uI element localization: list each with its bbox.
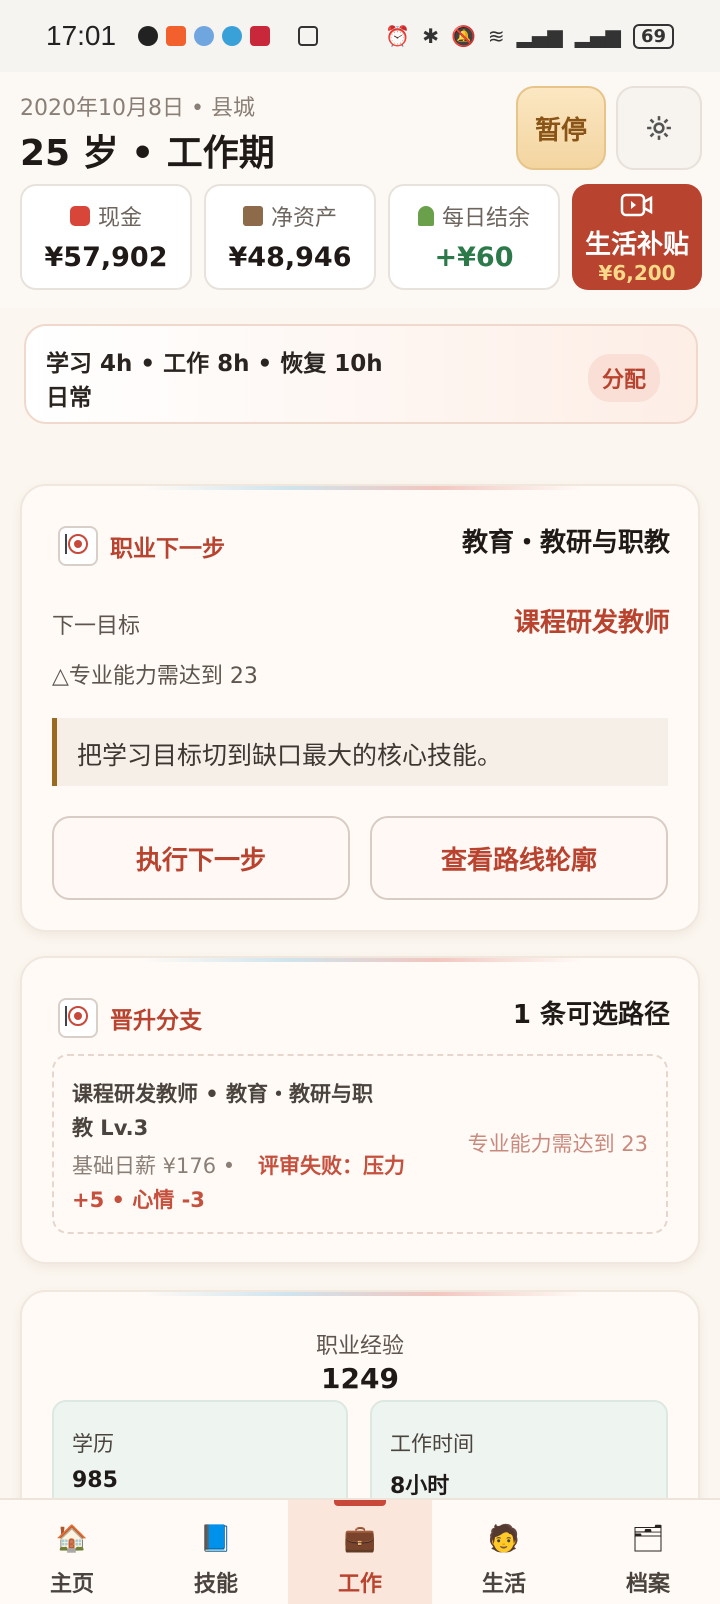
career-field: 教育・教研与职教 <box>461 528 670 558</box>
building-icon <box>242 206 263 226</box>
time-allocation-card[interactable]: 学习 4h • 工作 8h • 恢复 10h 日常 分配 <box>24 324 698 424</box>
bottom-nav: 🏠 主页 📘 技能 💼 工作 🧑 生活 🗂 档案 <box>0 1498 720 1604</box>
person-icon: 🧑 <box>487 1524 521 1554</box>
net-assets-stat: 净资产 ¥48,946 <box>204 184 376 290</box>
experience-label: 职业经验 <box>315 1334 404 1359</box>
nfc-icon <box>298 26 319 46</box>
signal-icon: ▂▄▆ <box>516 24 563 48</box>
work-time-value: 8小时 <box>390 1474 450 1499</box>
review-fail-penalty-2: +5 • 心情 -3 <box>72 1188 205 1212</box>
tip-banner: 把学习目标切到缺口最大的核心技能。 <box>52 718 668 786</box>
base-salary: 基础日薪 ¥176 • <box>72 1154 236 1178</box>
branch-level: 教 Lv.3 <box>72 1116 149 1140</box>
taobao-icon <box>166 26 187 46</box>
book-icon: 📘 <box>199 1524 233 1554</box>
clock: 17:01 <box>46 20 117 51</box>
target-notebook-icon <box>58 998 98 1038</box>
allocation-mode: 日常 <box>46 385 92 411</box>
daily-balance-value: +¥60 <box>434 242 514 273</box>
gear-icon <box>647 116 671 140</box>
allocation-summary: 学习 4h • 工作 8h • 恢复 10h <box>46 351 383 377</box>
net-assets-value: ¥48,946 <box>228 242 352 273</box>
view-route-button[interactable]: 查看路线轮廓 <box>370 816 668 900</box>
career-next-card: 职业下一步 教育・教研与职教 下一目标 课程研发教师 △专业能力需达到 23 把… <box>20 484 700 932</box>
work-time-label: 工作时间 <box>390 1432 474 1456</box>
signal-icon-2: ▂▄▆ <box>574 24 621 48</box>
next-target-label: 下一目标 <box>52 614 141 639</box>
next-target-value: 课程研发教师 <box>513 608 670 638</box>
path-count: 1 条可选路径 <box>512 1000 670 1030</box>
card-title: 职业下一步 <box>110 536 225 562</box>
education-label: 学历 <box>72 1432 114 1456</box>
video-icon <box>620 193 653 217</box>
settings-button[interactable] <box>616 86 702 170</box>
daily-balance-stat: 每日结余 +¥60 <box>388 184 560 290</box>
battery-indicator: 69 <box>632 23 674 49</box>
app-icon <box>194 26 215 46</box>
living-subsidy-button[interactable]: 生活补贴 ¥6,200 <box>572 184 702 290</box>
nav-work[interactable]: 💼 工作 <box>288 1500 432 1604</box>
bank-icon <box>250 26 271 46</box>
branch-option[interactable]: 课程研发教师 • 教育・教研与职 教 Lv.3 基础日薪 ¥176 • 评审失败… <box>52 1054 668 1234</box>
game-date: 2020年10月8日 • 县城 <box>20 96 255 121</box>
house-icon: 🏠 <box>55 1524 89 1554</box>
alarm-icon: ⏰ <box>385 24 411 48</box>
header: 2020年10月8日 • 县城 25 岁 • 工作期 暂停 现金 ¥57,902… <box>0 72 720 308</box>
age-stage: 25 岁 • 工作期 <box>20 133 275 174</box>
experience-value: 1249 <box>321 1362 399 1395</box>
execute-next-button[interactable]: 执行下一步 <box>52 816 350 900</box>
nav-home[interactable]: 🏠 主页 <box>0 1500 144 1604</box>
mute-icon: 🔕 <box>450 24 476 48</box>
archive-icon: 🗂 <box>631 1524 665 1554</box>
card-title: 晋升分支 <box>110 1008 202 1034</box>
nav-skills[interactable]: 📘 技能 <box>144 1500 288 1604</box>
allocate-button[interactable]: 分配 <box>587 354 660 402</box>
qq-icon <box>138 26 159 46</box>
wifi-icon: ≋ <box>487 24 505 48</box>
branch-requirement: 专业能力需达到 23 <box>467 1132 648 1156</box>
status-bar: 17:01 ⏰ ✱ 🔕 ≋ ▂▄▆ ▂▄▆ 69 <box>0 0 720 72</box>
education-value: 985 <box>72 1468 118 1493</box>
review-fail-penalty: 评审失败：压力 <box>258 1154 405 1178</box>
briefcase-icon: 💼 <box>343 1524 377 1554</box>
subsidy-amount: ¥6,200 <box>598 261 676 285</box>
cash-value: ¥57,902 <box>44 242 168 273</box>
branch-title: 课程研发教师 • 教育・教研与职 <box>72 1082 374 1106</box>
sprout-icon <box>417 206 434 226</box>
bluetooth-icon: ✱ <box>422 24 439 48</box>
nav-archive[interactable]: 🗂 档案 <box>576 1500 720 1604</box>
chat-icon <box>222 26 243 46</box>
money-bag-icon <box>69 206 90 226</box>
cash-stat: 现金 ¥57,902 <box>20 184 192 290</box>
nav-life[interactable]: 🧑 生活 <box>432 1500 576 1604</box>
notification-icons <box>138 26 319 46</box>
pause-button[interactable]: 暂停 <box>516 86 606 170</box>
target-notebook-icon <box>58 526 98 566</box>
requirement-text: △专业能力需达到 23 <box>52 664 258 689</box>
subsidy-label: 生活补贴 <box>584 230 689 260</box>
promotion-branch-card: 晋升分支 1 条可选路径 课程研发教师 • 教育・教研与职 教 Lv.3 基础日… <box>20 956 700 1264</box>
